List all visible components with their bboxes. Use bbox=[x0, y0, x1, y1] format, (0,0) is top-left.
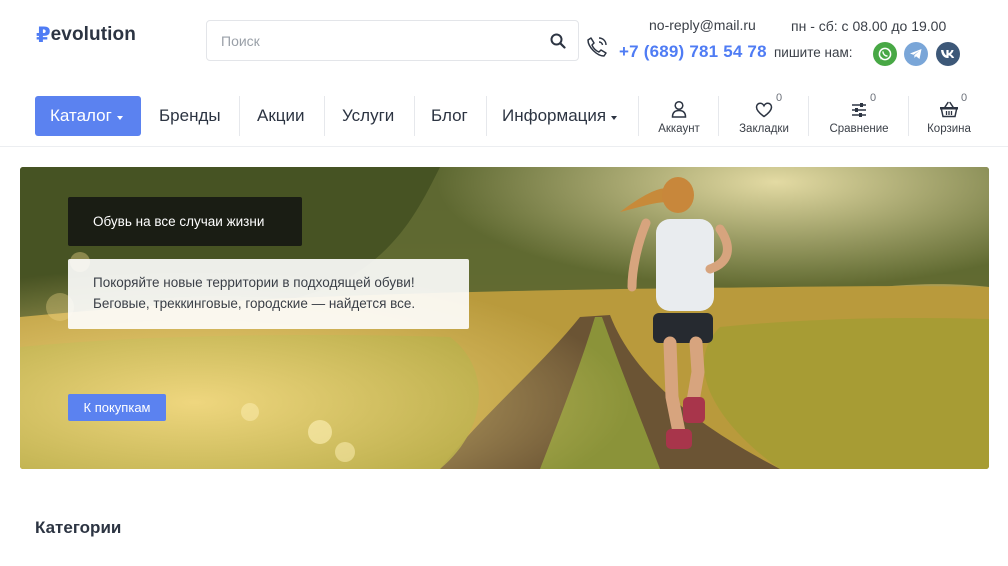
working-hours: пн - сб: с 08.00 до 19.00 bbox=[791, 18, 947, 34]
cart-label: Корзина bbox=[927, 123, 971, 135]
nav-item-info-label: Информация bbox=[502, 106, 607, 125]
nav-item-services[interactable]: Услуги bbox=[342, 96, 394, 136]
nav-item-brands[interactable]: Бренды bbox=[159, 96, 221, 136]
nav-divider bbox=[414, 96, 415, 136]
search-icon bbox=[550, 33, 566, 49]
bookmarks-link[interactable]: 0 Закладки bbox=[733, 92, 795, 136]
account-label: Аккаунт bbox=[658, 123, 700, 135]
hero-description: Покоряйте новые территории в подходящей … bbox=[68, 259, 469, 329]
shop-now-button[interactable]: К покупкам bbox=[68, 394, 166, 421]
user-icon bbox=[671, 100, 687, 118]
heart-icon bbox=[755, 102, 773, 118]
main-nav: Каталог Бренды Акции Услуги Блог Информа… bbox=[0, 92, 1008, 138]
nav-divider bbox=[908, 96, 909, 136]
contact-phone[interactable]: +7 (689) 781 54 78 bbox=[619, 42, 767, 62]
nav-item-sales[interactable]: Акции bbox=[257, 96, 305, 136]
account-link[interactable]: Аккаунт bbox=[652, 96, 706, 136]
compare-label: Сравнение bbox=[829, 123, 889, 135]
write-us-label: пишите нам: bbox=[774, 45, 853, 60]
bookmarks-label: Закладки bbox=[739, 123, 789, 135]
nav-item-info[interactable]: Информация bbox=[502, 96, 618, 136]
vk-icon[interactable] bbox=[936, 42, 960, 66]
compare-link[interactable]: 0 Сравнение bbox=[822, 92, 896, 136]
logo[interactable]: ₽ evolution bbox=[36, 22, 136, 48]
cart-link[interactable]: 0 Корзина bbox=[920, 92, 978, 136]
chevron-down-icon bbox=[611, 115, 618, 120]
bookmarks-count: 0 bbox=[776, 92, 783, 104]
search-input[interactable] bbox=[207, 21, 538, 60]
hero-description-line: Покоряйте новые территории в подходящей … bbox=[93, 275, 415, 290]
compare-count: 0 bbox=[870, 92, 877, 104]
chevron-down-icon bbox=[116, 115, 123, 120]
header-divider bbox=[0, 146, 1008, 147]
sliders-icon bbox=[852, 103, 866, 117]
categories-heading: Категории bbox=[35, 518, 122, 537]
catalog-button[interactable]: Каталог bbox=[35, 96, 141, 136]
whatsapp-icon[interactable] bbox=[873, 42, 897, 66]
contact-email[interactable]: no-reply@mail.ru bbox=[649, 17, 756, 33]
catalog-label: Каталог bbox=[50, 106, 112, 125]
hero-title: Обувь на все случаи жизни bbox=[68, 197, 302, 246]
phone-icon bbox=[587, 37, 607, 57]
nav-divider bbox=[486, 96, 487, 136]
nav-divider bbox=[718, 96, 719, 136]
hero-banner: Обувь на все случаи жизни Покоряйте новы… bbox=[20, 167, 989, 469]
nav-item-blog[interactable]: Блог bbox=[431, 96, 468, 136]
nav-divider bbox=[239, 96, 240, 136]
cart-count: 0 bbox=[961, 92, 968, 104]
basket-icon bbox=[940, 101, 958, 118]
search-button[interactable] bbox=[538, 21, 578, 60]
telegram-icon[interactable] bbox=[904, 42, 928, 66]
nav-divider bbox=[638, 96, 639, 136]
logo-mark: ₽ bbox=[36, 23, 51, 47]
nav-divider bbox=[324, 96, 325, 136]
hero-description-line: Беговые, треккинговые, городские — найде… bbox=[93, 296, 416, 311]
search-box bbox=[206, 20, 579, 61]
logo-text: evolution bbox=[50, 24, 136, 45]
nav-divider bbox=[808, 96, 809, 136]
